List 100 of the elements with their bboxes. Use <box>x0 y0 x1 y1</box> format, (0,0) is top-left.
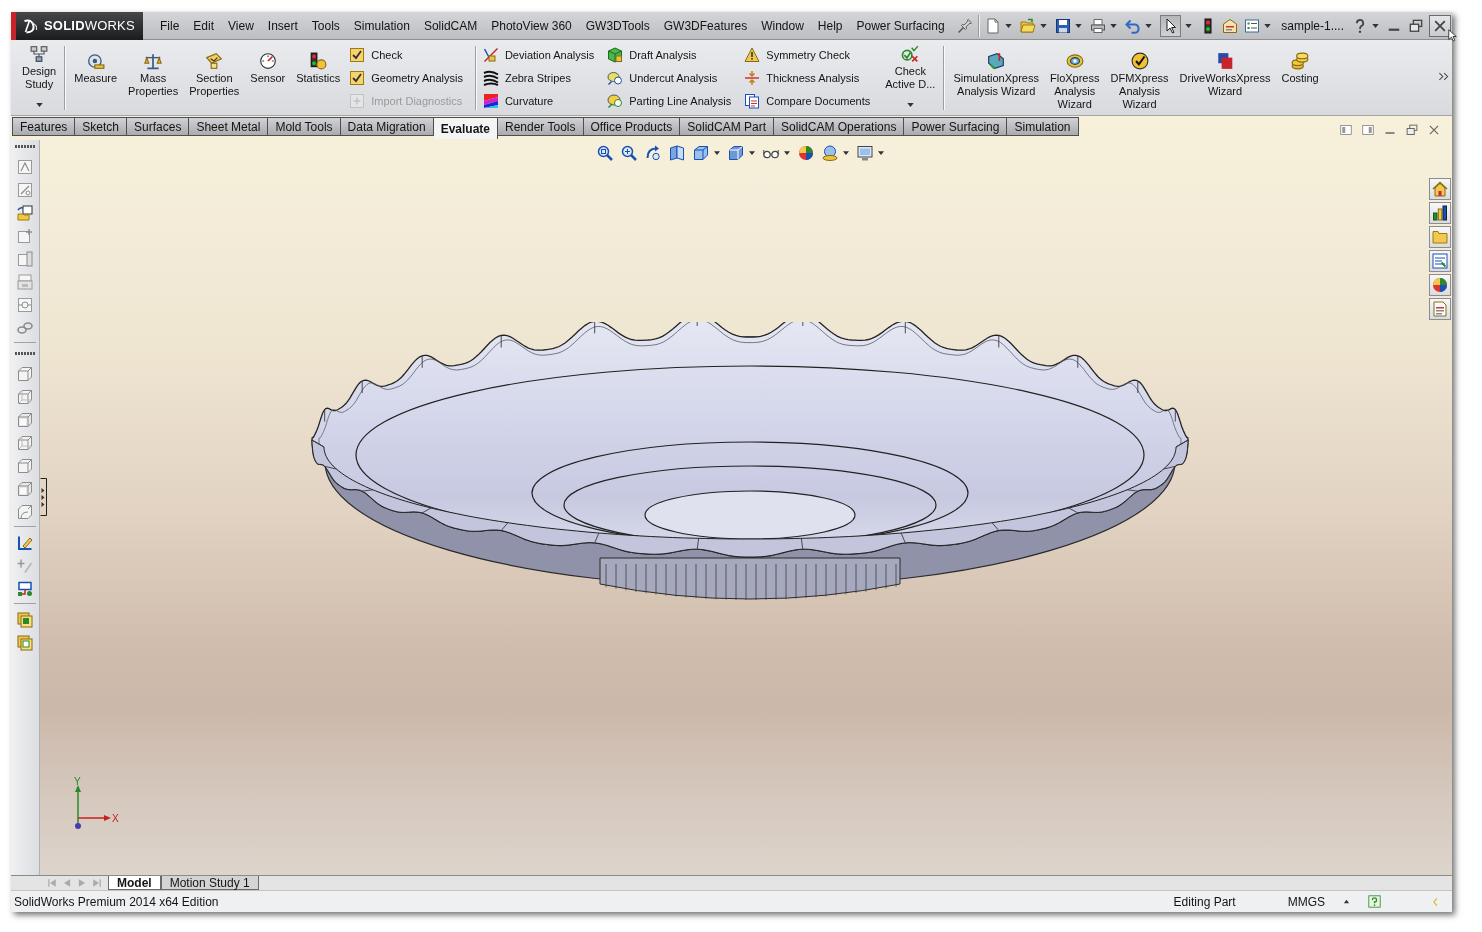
caret-icon[interactable] <box>1110 23 1118 28</box>
tool-button[interactable]: Section Properties <box>185 43 244 113</box>
folder-frame-icon[interactable] <box>17 204 33 221</box>
flyout-handle[interactable] <box>40 478 47 516</box>
house-document-icon[interactable] <box>1222 17 1239 34</box>
tool-button[interactable]: Sensor <box>246 43 290 113</box>
tool-button[interactable]: Undercut Analysis <box>605 66 734 89</box>
undo-icon[interactable] <box>1125 17 1142 34</box>
save-icon[interactable] <box>1055 17 1072 34</box>
ribbon-tab[interactable]: Sketch <box>75 117 128 136</box>
ribbon-tab[interactable]: Render Tools <box>498 117 584 136</box>
sketch-frame-icon[interactable] <box>17 250 33 267</box>
restore-icon[interactable] <box>1406 124 1418 136</box>
pencil-corner-icon[interactable] <box>17 534 33 551</box>
caret-icon[interactable] <box>714 151 720 155</box>
caret-icon[interactable] <box>749 151 755 155</box>
sketch-frame-icon[interactable] <box>17 227 33 244</box>
cube-icon[interactable] <box>17 388 33 405</box>
tool-button[interactable]: FloXpress Analysis Wizard <box>1045 43 1104 113</box>
menu-item[interactable]: Edit <box>186 14 222 37</box>
ribbon-tab[interactable]: Features <box>12 117 76 136</box>
tool-button[interactable]: Draft Analysis <box>605 43 734 66</box>
ribbon-tab[interactable]: Power Surfacing <box>904 117 1008 136</box>
menu-item[interactable]: SolidCAM <box>416 14 485 37</box>
ribbon-tab[interactable]: Mold Tools <box>268 117 341 136</box>
section-view-icon[interactable] <box>669 145 685 161</box>
caret-icon[interactable] <box>1372 23 1379 28</box>
cube-icon[interactable] <box>17 365 33 382</box>
tool-button[interactable]: DFMXpress Analysis Wizard <box>1106 43 1173 113</box>
caret-icon[interactable] <box>843 151 849 155</box>
ribbon-tab[interactable]: Data Migration <box>340 117 434 136</box>
task-pane-tab[interactable] <box>1429 202 1451 224</box>
tool-button[interactable]: Zebra Stripes <box>480 66 597 89</box>
ribbon-tab[interactable]: Office Products <box>583 117 681 136</box>
tile-window-icon[interactable] <box>1362 124 1374 136</box>
monitor-icon[interactable] <box>857 145 873 161</box>
cube-icon[interactable] <box>17 503 33 520</box>
ribbon-tab[interactable]: Simulation <box>1007 117 1079 136</box>
zoom-in-icon[interactable] <box>621 145 637 161</box>
ribbon-tab[interactable]: Surfaces <box>127 117 190 136</box>
task-pane-tab[interactable] <box>1429 274 1451 296</box>
scene-sphere-icon[interactable] <box>822 145 838 161</box>
tool-button[interactable]: Symmetry Check <box>742 43 873 66</box>
ribbon-tab[interactable]: SolidCAM Part <box>680 117 775 136</box>
tool-button[interactable]: Parting Line Analysis <box>605 89 734 112</box>
stacked-frames-icon[interactable] <box>17 611 33 628</box>
menu-item[interactable]: Simulation <box>346 14 417 37</box>
caret-icon[interactable] <box>1264 23 1272 28</box>
tool-button[interactable]: Geometry Analysis <box>347 66 465 89</box>
cube-icon[interactable] <box>17 434 33 451</box>
caret-icon[interactable] <box>1185 23 1193 28</box>
sketch-frame-icon[interactable] <box>17 158 33 175</box>
tool-button[interactable]: Costing <box>1277 43 1323 113</box>
menu-item[interactable]: Insert <box>260 14 305 37</box>
menu-item[interactable]: GW3DFeatures <box>656 14 755 37</box>
cube-icon[interactable] <box>693 145 709 161</box>
help-icon[interactable] <box>1368 895 1381 908</box>
grip-icon[interactable] <box>15 145 35 148</box>
menu-item[interactable]: PhotoView 360 <box>484 14 579 37</box>
caret-icon[interactable] <box>1145 23 1153 28</box>
ribbon-tab[interactable]: Sheet Metal <box>189 117 269 136</box>
sketch-frame-icon[interactable] <box>17 181 33 198</box>
restore-icon[interactable] <box>1409 18 1423 33</box>
tool-button[interactable]: Check <box>347 43 465 66</box>
tool-button[interactable]: DriveWorksXpress Wizard <box>1175 43 1275 113</box>
cube-icon[interactable] <box>17 457 33 474</box>
document-tab[interactable]: Model <box>108 876 161 890</box>
menu-item[interactable]: GW3DTools <box>578 14 657 37</box>
select-tool-button[interactable] <box>1160 14 1182 37</box>
color-ball-icon[interactable] <box>798 145 814 161</box>
caret-up-icon[interactable] <box>1343 898 1350 905</box>
tool-button[interactable]: Measure <box>70 43 122 113</box>
caret-icon[interactable] <box>784 151 790 155</box>
chain-links-icon[interactable] <box>17 319 33 336</box>
previous-view-icon[interactable] <box>645 145 661 161</box>
menu-item[interactable]: Tools <box>304 14 347 37</box>
menu-item[interactable]: View <box>221 14 261 37</box>
document-tab[interactable]: Motion Study 1 <box>160 876 259 890</box>
tool-button[interactable]: Thickness Analysis <box>742 66 873 89</box>
menu-item[interactable]: File <box>153 14 187 37</box>
tool-button[interactable]: Compare Documents <box>742 89 873 112</box>
cube-icon[interactable] <box>728 145 744 161</box>
ribbon-tab[interactable]: Evaluate <box>433 117 498 139</box>
tool-button[interactable]: Curvature <box>480 89 597 112</box>
tool-button[interactable]: SimulationXpress Analysis Wizard <box>949 43 1043 113</box>
double-chevron-icon[interactable] <box>1438 71 1449 82</box>
units-label[interactable]: MMGS <box>1287 894 1325 909</box>
caret-icon[interactable] <box>878 151 884 155</box>
cube-icon[interactable] <box>17 480 33 497</box>
ribbon-tab[interactable]: SolidCAM Operations <box>774 117 905 136</box>
tool-button[interactable]: Deviation Analysis <box>480 43 597 66</box>
tool-button[interactable]: Design Study <box>18 43 61 113</box>
menu-item[interactable]: Window <box>754 14 811 37</box>
tile-window-icon[interactable] <box>1340 124 1352 136</box>
tool-button[interactable]: Check Active D... <box>881 43 940 113</box>
cube-icon[interactable] <box>17 411 33 428</box>
checklist-icon[interactable] <box>1244 17 1261 34</box>
menu-item[interactable]: Help <box>810 14 850 37</box>
tool-button[interactable]: Mass Properties <box>124 43 183 113</box>
stacked-frames-icon[interactable] <box>17 634 33 651</box>
